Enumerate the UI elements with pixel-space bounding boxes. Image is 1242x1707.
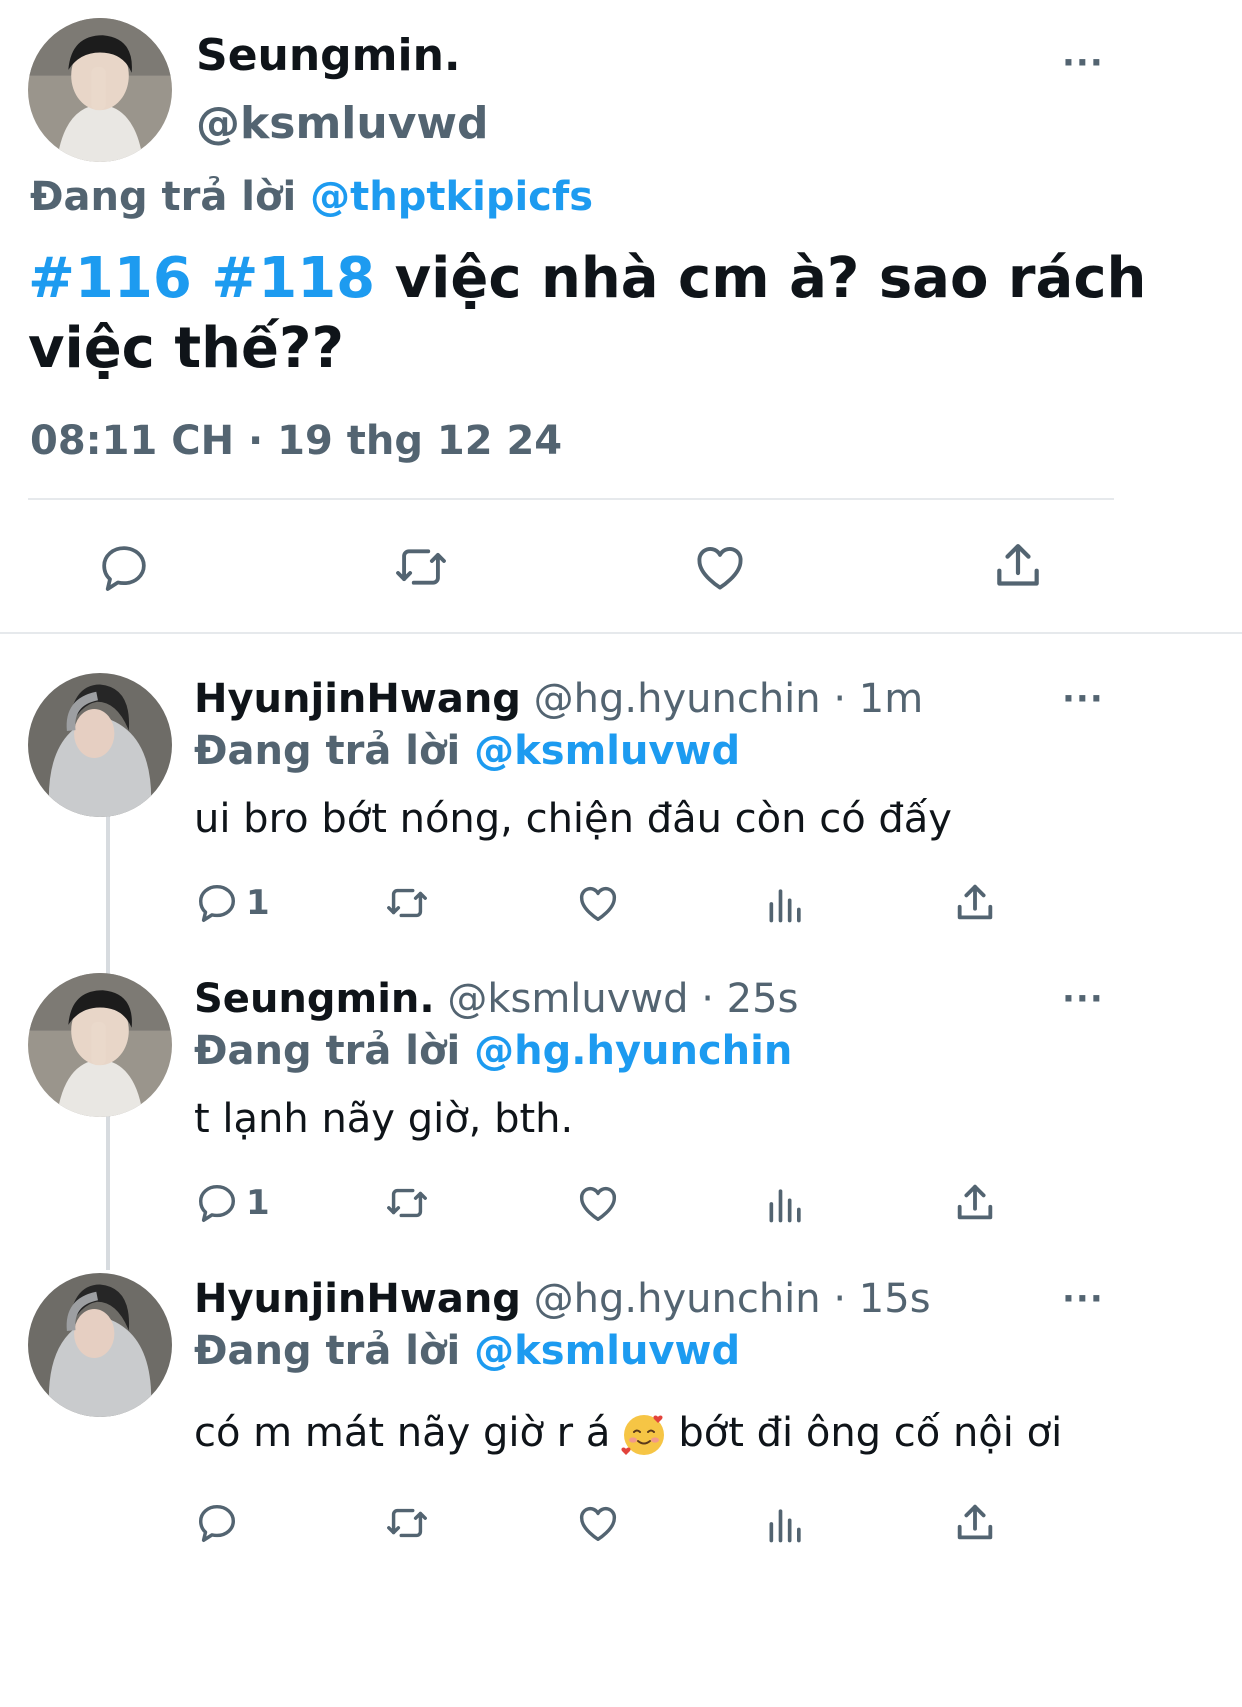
heart-icon <box>579 1186 617 1222</box>
main-author-name[interactable]: Seungmin. <box>196 30 461 81</box>
reply-author-handle[interactable]: @hg.hyunchin <box>534 1276 821 1322</box>
views-icon <box>769 1509 801 1543</box>
main-retweet-button[interactable] <box>390 538 452 596</box>
reply-2-text: t lạnh nãy giờ, bth. <box>194 1096 574 1142</box>
heart-icon <box>697 546 743 590</box>
reply-1-retweet-button[interactable] <box>382 880 432 926</box>
reply-2-like-button[interactable] <box>574 1180 622 1226</box>
main-share-button[interactable] <box>990 538 1046 594</box>
reply-2-retweet-button[interactable] <box>382 1180 432 1226</box>
replying-label: Đang trả lời <box>194 728 461 774</box>
reply-1-reply-button[interactable]: 1 <box>194 880 270 926</box>
more-options-icon[interactable]: ··· <box>1062 1282 1104 1316</box>
avatar-seungmin[interactable] <box>28 18 172 162</box>
retweet-icon <box>387 1188 427 1218</box>
reply-2-header: Seungmin. @ksmluvwd · 25s <box>194 976 798 1022</box>
reply-1-text: ui bro bớt nóng, chiện đâu còn có đấy <box>194 796 952 842</box>
reply-1-header: HyunjinHwang @hg.hyunchin · 1m <box>194 676 923 722</box>
reply-time[interactable]: · 1m <box>833 676 923 722</box>
reply-3-like-button[interactable] <box>574 1500 622 1546</box>
main-divider <box>28 498 1114 500</box>
hashtags[interactable]: #116 #118 <box>28 246 375 311</box>
main-author-handle[interactable]: @ksmluvwd <box>196 98 489 149</box>
avatar-image <box>28 18 172 162</box>
share-icon <box>957 1504 993 1540</box>
avatar-image <box>28 673 172 817</box>
reply-icon <box>198 884 236 922</box>
smiling-face-with-hearts-icon <box>621 1415 665 1455</box>
share-icon <box>957 1184 993 1220</box>
reply-time[interactable]: · 15s <box>833 1276 930 1322</box>
avatar-hyunjin[interactable] <box>28 1273 172 1417</box>
reply-text-after-emoji: bớt đi ông cố nội ơi <box>678 1410 1063 1456</box>
section-divider <box>0 632 1242 634</box>
share-icon <box>997 544 1039 586</box>
reply-3-header: HyunjinHwang @hg.hyunchin · 15s <box>194 1276 931 1322</box>
replying-to-mention[interactable]: @ksmluvwd <box>474 1328 740 1374</box>
replying-label: Đang trả lời <box>194 1028 461 1074</box>
reply-text-before-emoji: có m mát nãy giờ r á <box>194 1410 611 1456</box>
main-reply-button[interactable] <box>96 540 152 596</box>
replying-label: Đang trả lời <box>194 1328 461 1374</box>
main-tweet-line-2: việc thế?? <box>28 316 344 381</box>
avatar-image <box>28 1273 172 1417</box>
replying-to-mention[interactable]: @thptkipicfs <box>310 174 593 220</box>
heart-icon <box>579 1506 617 1542</box>
main-like-button[interactable] <box>690 538 750 596</box>
reply-1-like-button[interactable] <box>574 880 622 926</box>
reply-3-replying-to: Đang trả lời @ksmluvwd <box>194 1328 740 1374</box>
reply-3-text: có m mát nãy giờ r á bớt đi ông cố nội ơ… <box>194 1410 1062 1459</box>
reply-author-name[interactable]: HyunjinHwang <box>194 676 521 722</box>
avatar-hyunjin[interactable] <box>28 673 172 817</box>
replying-to-mention[interactable]: @hg.hyunchin <box>474 1028 792 1074</box>
more-options-icon[interactable]: ··· <box>1062 46 1104 80</box>
reply-count: 1 <box>246 883 270 923</box>
more-options-icon[interactable]: ··· <box>1062 982 1104 1016</box>
reply-count: 1 <box>246 1183 270 1223</box>
reply-3-share-button[interactable] <box>952 1500 998 1546</box>
reply-icon <box>102 546 146 591</box>
retweet-icon <box>387 888 427 918</box>
reply-author-handle[interactable]: @ksmluvwd <box>447 976 688 1022</box>
reply-author-name[interactable]: Seungmin. <box>194 976 435 1022</box>
reply-1-replying-to: Đang trả lời @ksmluvwd <box>194 728 740 774</box>
heart-icon <box>579 886 617 922</box>
views-icon <box>769 889 801 923</box>
reply-3-views-button[interactable] <box>764 1502 808 1546</box>
reply-3-reply-button[interactable] <box>194 1500 246 1546</box>
reply-author-handle[interactable]: @hg.hyunchin <box>534 676 821 722</box>
main-tweet-text: #116 #118 việc nhà cm à? sao rách việc t… <box>28 244 1146 384</box>
reply-1-share-button[interactable] <box>952 880 998 926</box>
reply-icon <box>198 1184 236 1222</box>
main-tweet-timestamp[interactable]: 08:11 CH · 19 thg 12 24 <box>30 418 562 464</box>
replying-to-mention[interactable]: @ksmluvwd <box>474 728 740 774</box>
main-tweet-line-1: #116 #118 việc nhà cm à? sao rách <box>28 244 1146 314</box>
retweet-icon <box>387 1508 427 1538</box>
reply-author-name[interactable]: HyunjinHwang <box>194 1276 521 1322</box>
reply-3-retweet-button[interactable] <box>382 1500 432 1546</box>
reply-2-replying-to: Đang trả lời @hg.hyunchin <box>194 1028 792 1074</box>
reply-2-reply-button[interactable]: 1 <box>194 1180 270 1226</box>
tweet-text-part1: việc nhà cm à? sao rách <box>375 246 1147 311</box>
replying-label: Đang trả lời <box>30 174 297 220</box>
reply-1-views-button[interactable] <box>764 882 808 926</box>
main-replying-to: Đang trả lời @thptkipicfs <box>30 174 593 220</box>
retweet-icon <box>396 549 446 585</box>
avatar-seungmin[interactable] <box>28 973 172 1117</box>
reply-time[interactable]: · 25s <box>701 976 798 1022</box>
avatar-image <box>28 973 172 1117</box>
reply-icon <box>198 1504 236 1542</box>
views-icon <box>769 1189 801 1223</box>
reply-2-views-button[interactable] <box>764 1182 808 1226</box>
more-options-icon[interactable]: ··· <box>1062 682 1104 716</box>
reply-2-share-button[interactable] <box>952 1180 998 1226</box>
share-icon <box>957 884 993 920</box>
